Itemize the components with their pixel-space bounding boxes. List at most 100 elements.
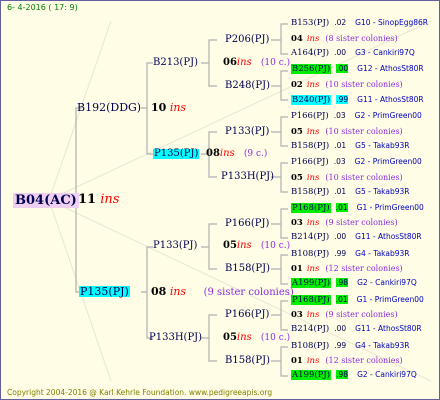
gen4-node[interactable]: P166(PJ) <box>225 310 269 320</box>
gen5-score: .99 <box>334 341 347 350</box>
gen5-node-row: B214(PJ) .00 G11 - AthosSt80R <box>291 325 422 334</box>
gen5-node-row: B158(PJ) .01 G5 - Takab93R <box>291 142 410 151</box>
gen3-node[interactable]: P135(PJ) <box>153 149 200 159</box>
gen5-node-row: P166(PJ) .03 G2 - PrimGreen00 <box>291 112 422 121</box>
gen5-line-link[interactable]: G3 - Cankiri97Q <box>355 48 415 57</box>
gen5-node-label[interactable]: A199(PJ) <box>291 370 332 380</box>
gen5-node-label[interactable]: P166(PJ) <box>291 111 329 121</box>
gen5-line-link[interactable]: G4 - Takab93R <box>355 341 409 350</box>
gen5-year-row: 02 ins (10 sister colonies) <box>291 81 403 90</box>
gen5-line-link[interactable]: G2 - PrimGreen00 <box>355 111 422 120</box>
gen4-node[interactable]: B158(PJ) <box>225 356 270 366</box>
gen5-sister-count: (10 sister colonies) <box>325 80 403 89</box>
gen5-year-row: 01 ins (12 sister colonies) <box>291 357 403 366</box>
gen5-year-row: 03 ins (9 sister colonies) <box>291 219 398 228</box>
sire-label[interactable]: B192(DDG) <box>77 102 141 113</box>
gen5-node-label[interactable]: B256(PJ) <box>291 64 332 74</box>
timestamp: 6- 4-2016 ( 17: 9) <box>7 3 78 12</box>
dam-label[interactable]: P135(PJ) <box>79 286 130 297</box>
gen5-node-label[interactable]: P168(PJ) <box>291 203 331 213</box>
gen5-line-link[interactable]: G2 - Cankiri97Q <box>357 370 417 379</box>
gen5-line-link[interactable]: G5 - Takab93R <box>355 187 409 196</box>
gen5-node-label[interactable]: P168(PJ) <box>291 295 331 305</box>
pedigree-chart: 6- 4-2016 ( 17: 9) B04(AC) 11 ins B192(D… <box>0 0 440 400</box>
gen5-score: .01 <box>335 295 348 304</box>
gen5-node-label[interactable]: B240(PJ) <box>291 95 332 105</box>
gen4-node[interactable]: P133(PJ) <box>225 127 269 137</box>
gen5-ins: ins <box>306 34 320 44</box>
gen4-node[interactable]: B248(PJ) <box>225 81 270 91</box>
gen3-node[interactable]: P133H(PJ) <box>149 333 202 343</box>
gen5-ins: ins <box>306 218 320 228</box>
gen5-line-link[interactable]: G12 - AthosSt80R <box>357 64 423 73</box>
gen5-node-row: B153(PJ) .02 G10 - SinopEgg86R <box>291 19 428 28</box>
gen3-node[interactable]: B213(PJ) <box>153 58 198 68</box>
gen5-score: .03 <box>333 111 346 120</box>
gen5-node-row: B214(PJ) .00 G11 - AthosSt80R <box>291 233 422 242</box>
gen5-line-link[interactable]: G11 - AthosSt80R <box>355 324 421 333</box>
gen4-year: 05ins (10 c.) <box>223 240 291 251</box>
gen5-year: 01 <box>291 356 303 366</box>
gen5-node-label[interactable]: B214(PJ) <box>291 232 329 242</box>
gen5-score: .00 <box>334 48 347 57</box>
gen5-ins: ins <box>306 264 320 274</box>
gen5-node-label[interactable]: B153(PJ) <box>291 18 329 28</box>
gen5-line-link[interactable]: G1 - PrimGreen00 <box>357 295 424 304</box>
gen4-node[interactable]: B158(PJ) <box>225 264 270 274</box>
gen5-node-label[interactable]: B214(PJ) <box>291 324 329 334</box>
gen5-line-link[interactable]: G1 - PrimGreen00 <box>357 203 424 212</box>
gen5-sister-count: (9 sister colonies) <box>325 218 398 227</box>
gen5-line-link[interactable]: G11 - AthosSt80R <box>355 232 421 241</box>
gen5-year-row: 04 ins (8 sister colonies) <box>291 35 398 44</box>
gen5-node-row: B108(PJ) .99 G4 - Takab93R <box>291 342 410 351</box>
gen5-sister-count: (10 sister colonies) <box>325 173 403 182</box>
gen5-score: .99 <box>334 249 347 258</box>
gen4-node[interactable]: P206(PJ) <box>225 35 269 45</box>
gen5-line-link[interactable]: G4 - Takab93R <box>355 249 409 258</box>
sire-year: 10 ins <box>151 101 187 114</box>
gen5-ins: ins <box>306 80 320 90</box>
gen5-year-row: 01 ins (12 sister colonies) <box>291 265 403 274</box>
gen5-node-label[interactable]: B158(PJ) <box>291 141 329 151</box>
gen5-year: 03 <box>291 218 303 228</box>
gen5-year: 05 <box>291 173 303 183</box>
gen5-node-row: B240(PJ) .99 G11 - AthosSt80R <box>291 95 424 105</box>
gen5-node-label[interactable]: P166(PJ) <box>291 157 329 167</box>
gen5-node-row: A199(PJ) .98 G2 - Cankiri97Q <box>291 278 417 288</box>
gen5-node-row: A164(PJ) .00 G3 - Cankiri97Q <box>291 49 415 58</box>
gen5-node-row: B108(PJ) .99 G4 - Takab93R <box>291 250 410 259</box>
root-queen[interactable]: B04(AC) <box>13 193 79 208</box>
gen5-year: 01 <box>291 264 303 274</box>
gen3-year: 08ins (9 c.) <box>206 148 268 159</box>
gen5-score: .01 <box>335 203 348 212</box>
gen5-sister-count: (10 sister colonies) <box>325 127 403 136</box>
gen5-node-label[interactable]: B108(PJ) <box>291 249 329 259</box>
root-year: 11 ins <box>78 192 120 207</box>
gen5-line-link[interactable]: G10 - SinopEgg86R <box>355 18 428 27</box>
copyright-footer: Copyright 2004-2016 @ Karl Kehrle Founda… <box>7 388 273 397</box>
gen5-node-row: P168(PJ) .01 G1 - PrimGreen00 <box>291 295 424 305</box>
gen5-score: .99 <box>336 95 349 104</box>
gen5-year: 04 <box>291 34 303 44</box>
gen5-score: .00 <box>334 232 347 241</box>
gen5-line-link[interactable]: G2 - Cankiri97Q <box>357 278 417 287</box>
gen5-year-row: 05 ins (10 sister colonies) <box>291 174 403 183</box>
gen3-node[interactable]: P133(PJ) <box>153 241 197 251</box>
gen5-line-link[interactable]: G11 - AthosSt80R <box>357 95 423 104</box>
gen5-node-label[interactable]: A164(PJ) <box>291 48 329 58</box>
gen5-node-label[interactable]: A199(PJ) <box>291 278 332 288</box>
gen5-ins: ins <box>306 356 320 366</box>
gen5-sister-count: (12 sister colonies) <box>325 356 403 365</box>
gen5-line-link[interactable]: G2 - PrimGreen00 <box>355 157 422 166</box>
gen5-ins: ins <box>306 173 320 183</box>
gen5-node-label[interactable]: B108(PJ) <box>291 341 329 351</box>
gen5-sister-count: (12 sister colonies) <box>325 264 403 273</box>
gen5-node-row: P166(PJ) .03 G2 - PrimGreen00 <box>291 158 422 167</box>
gen5-ins: ins <box>306 310 320 320</box>
gen5-line-link[interactable]: G5 - Takab93R <box>355 141 409 150</box>
gen4-node[interactable]: P133H(PJ) <box>221 172 274 182</box>
gen5-node-row: P168(PJ) .01 G1 - PrimGreen00 <box>291 203 424 213</box>
gen5-node-label[interactable]: B158(PJ) <box>291 187 329 197</box>
gen4-node[interactable]: P166(PJ) <box>225 219 269 229</box>
gen5-year-row: 05 ins (10 sister colonies) <box>291 128 403 137</box>
